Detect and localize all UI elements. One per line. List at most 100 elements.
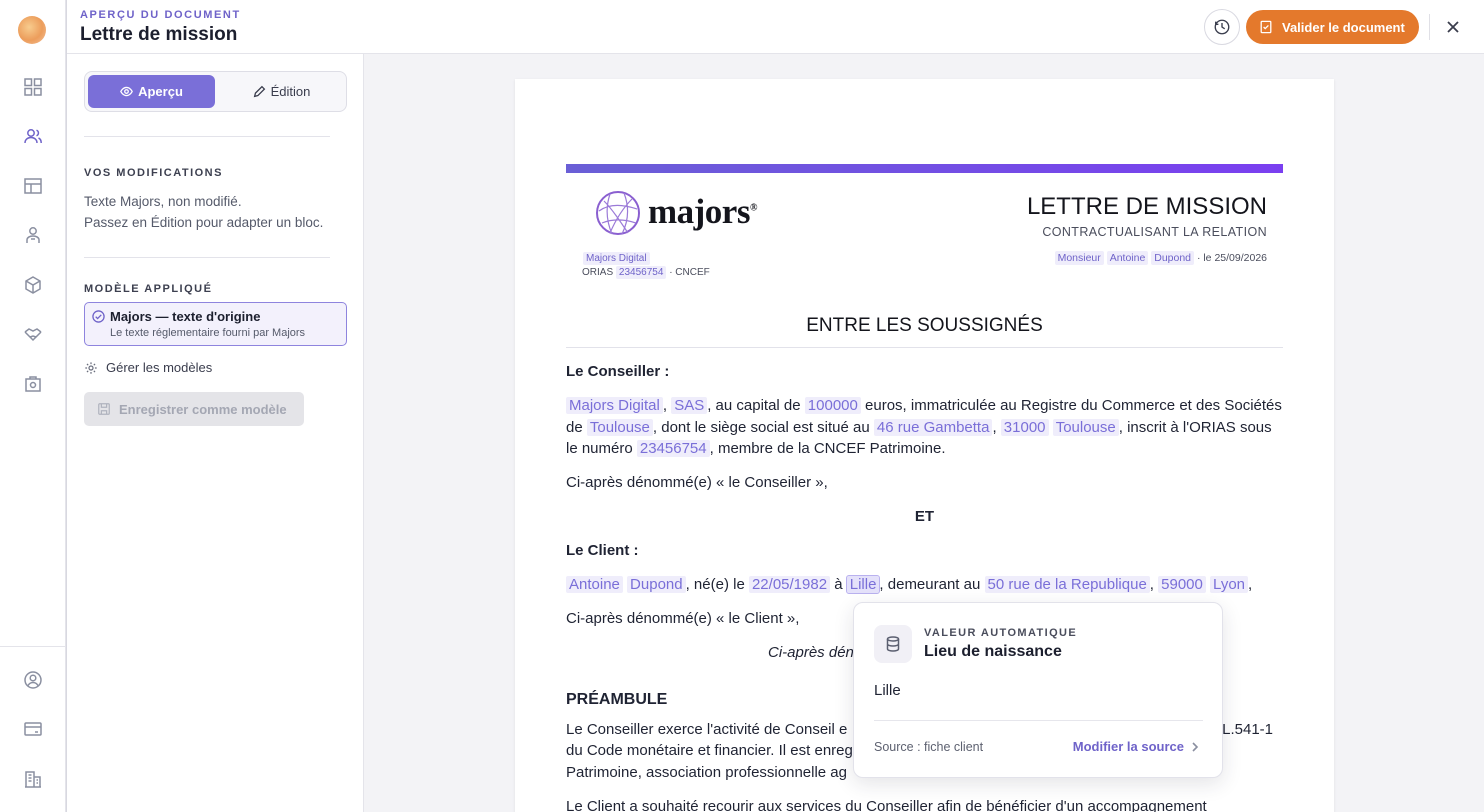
var-client-street[interactable]: 50 rue de la Republique <box>984 576 1150 593</box>
text-fragment: , au capital de <box>707 397 801 414</box>
model-heading: MODÈLE APPLIQUÉ <box>84 283 213 295</box>
section-heading-parties: ENTRE LES SOUSSIGNÉS <box>806 315 1043 336</box>
chevron-right-icon <box>1192 741 1199 752</box>
tab-edition[interactable]: Édition <box>218 75 345 108</box>
save-as-model-label: Enregistrer comme modèle <box>119 401 287 417</box>
settings-panel: Aperçu Édition VOS MODIFICATIONS Texte M… <box>67 54 364 812</box>
orias-line: ORIAS 23456754 · CNCEF <box>582 266 710 279</box>
manage-models-label: Gérer les modèles <box>106 360 213 375</box>
var-last-name[interactable]: Dupond <box>1151 251 1195 265</box>
app-logo[interactable] <box>18 16 46 44</box>
conseiller-designation: Ci-après dénommé(e) « le Conseiller », <box>566 474 828 491</box>
var-orias[interactable]: 23456754 <box>636 440 710 457</box>
var-first-name[interactable]: Antoine <box>1106 251 1149 265</box>
text-fragment: , né(e) le <box>685 576 745 593</box>
clients-icon[interactable] <box>22 125 44 147</box>
save-icon <box>98 403 110 415</box>
close-icon <box>1447 21 1459 33</box>
pencil-icon <box>253 85 265 98</box>
advisor-icon[interactable] <box>22 224 44 246</box>
modifications-line-2: Passez en Édition pour adapter un bloc. <box>84 215 324 230</box>
edit-source-link[interactable]: Modifier la source <box>1073 739 1200 754</box>
history-button[interactable] <box>1204 9 1240 45</box>
et-separator: ET <box>914 508 935 525</box>
document-date: · le 25/09/2026 <box>1196 252 1267 264</box>
document-subtitle: CONTRACTUALISANT LA RELATION <box>1042 225 1267 239</box>
validate-label: Valider le document <box>1282 19 1405 35</box>
validate-document-button[interactable]: Valider le document <box>1246 10 1419 44</box>
header-divider <box>1429 14 1430 40</box>
handshake-icon[interactable] <box>22 323 44 345</box>
eye-icon <box>120 86 134 97</box>
var-company-name[interactable]: Majors Digital <box>566 397 663 414</box>
section-rule <box>566 347 1283 348</box>
firm-name: Majors Digital <box>583 252 650 265</box>
var-orias-number[interactable]: 23456754 <box>615 266 667 279</box>
tab-edition-label: Édition <box>270 84 311 99</box>
panel-divider <box>84 136 330 137</box>
history-icon <box>1214 19 1230 35</box>
popover-source: Source : fiche client <box>874 740 984 754</box>
var-capital[interactable]: 100000 <box>804 397 861 414</box>
text-fragment: L.541-1 <box>1222 721 1273 738</box>
text-fragment: à <box>834 576 843 593</box>
var-client-first-name[interactable]: Antoine <box>566 576 623 593</box>
save-as-model-button[interactable]: Enregistrer comme modèle <box>84 392 304 426</box>
header-kicker: APERÇU DU DOCUMENT <box>80 9 241 21</box>
products-box-icon[interactable] <box>22 274 44 296</box>
var-civility[interactable]: Monsieur <box>1054 251 1104 265</box>
var-hq-street[interactable]: 46 rue Gambetta <box>873 418 993 436</box>
validate-doc-icon <box>1260 20 1272 34</box>
var-birth-place[interactable]: Lille <box>845 575 881 594</box>
var-birth-date[interactable]: 22/05/1982 <box>748 576 831 593</box>
orias-suffix: · CNCEF <box>669 267 710 278</box>
var-rcs-city[interactable]: Toulouse <box>586 418 653 436</box>
check-circle-icon <box>92 310 105 323</box>
table-icon[interactable] <box>22 175 44 197</box>
close-button[interactable] <box>1441 15 1465 39</box>
modifications-line-1: Texte Majors, non modifié. <box>84 194 242 209</box>
conseiller-paragraph: Majors Digital, SAS, au capital de 10000… <box>566 397 1282 457</box>
model-title: Majors — texte d'origine <box>110 309 261 324</box>
company-building-icon[interactable] <box>22 768 44 790</box>
preambule-line-4: Le Client a souhaité recourir aux servic… <box>566 798 1207 812</box>
text-fragment: , dont le siège social est situé au <box>652 418 870 436</box>
rail-divider <box>0 646 66 647</box>
var-firm-name[interactable]: Majors Digital <box>583 252 650 265</box>
client-paragraph: Antoine Dupond, né(e) le 22/05/1982 à Li… <box>566 574 1283 596</box>
modifications-heading: VOS MODIFICATIONS <box>84 167 223 179</box>
dashboard-icon[interactable] <box>22 76 44 98</box>
client-heading: Le Client : <box>566 542 639 559</box>
header-color-band <box>566 164 1283 173</box>
popover-value: Lille <box>874 682 901 699</box>
manage-models-link[interactable]: Gérer les modèles <box>84 360 212 375</box>
document-preview-window: APERÇU DU DOCUMENT Lettre de mission Val… <box>66 0 1484 812</box>
safe-icon[interactable] <box>22 373 44 395</box>
tab-apercu[interactable]: Aperçu <box>88 75 215 108</box>
popover-divider <box>874 720 1203 721</box>
edit-source-label: Modifier la source <box>1072 739 1184 754</box>
popover-title: Lieu de naissance <box>924 643 1062 660</box>
mode-switch: Aperçu Édition <box>84 71 347 112</box>
popover-kicker: VALEUR AUTOMATIQUE <box>924 627 1078 639</box>
var-hq-city[interactable]: Toulouse <box>1052 418 1119 436</box>
var-legal-form[interactable]: SAS <box>671 397 708 414</box>
database-icon <box>874 625 912 663</box>
account-icon[interactable] <box>22 669 44 691</box>
model-subtitle: Le texte réglementaire fourni par Majors <box>110 327 306 339</box>
document-meta: Monsieur Antoine Dupond · le 25/09/2026 <box>1054 251 1267 265</box>
var-hq-zip[interactable]: 31000 <box>1000 418 1049 436</box>
conseiller-heading: Le Conseiller : <box>566 363 670 380</box>
app-nav-rail <box>0 0 66 812</box>
document-title: LETTRE DE MISSION <box>1026 193 1267 220</box>
text-fragment: , membre de la CNCEF Patrimoine. <box>709 440 946 457</box>
var-client-city[interactable]: Lyon <box>1210 576 1249 593</box>
var-client-zip[interactable]: 59000 <box>1158 576 1206 593</box>
gear-icon <box>85 361 97 374</box>
billing-card-icon[interactable] <box>22 718 44 740</box>
brand-wordmark: majors® <box>648 192 757 232</box>
panel-divider <box>84 257 330 258</box>
var-client-last-name[interactable]: Dupond <box>627 576 686 593</box>
applied-model-card[interactable]: Majors — texte d'origine Le texte réglem… <box>84 302 347 346</box>
majors-globe-logo <box>596 191 640 235</box>
